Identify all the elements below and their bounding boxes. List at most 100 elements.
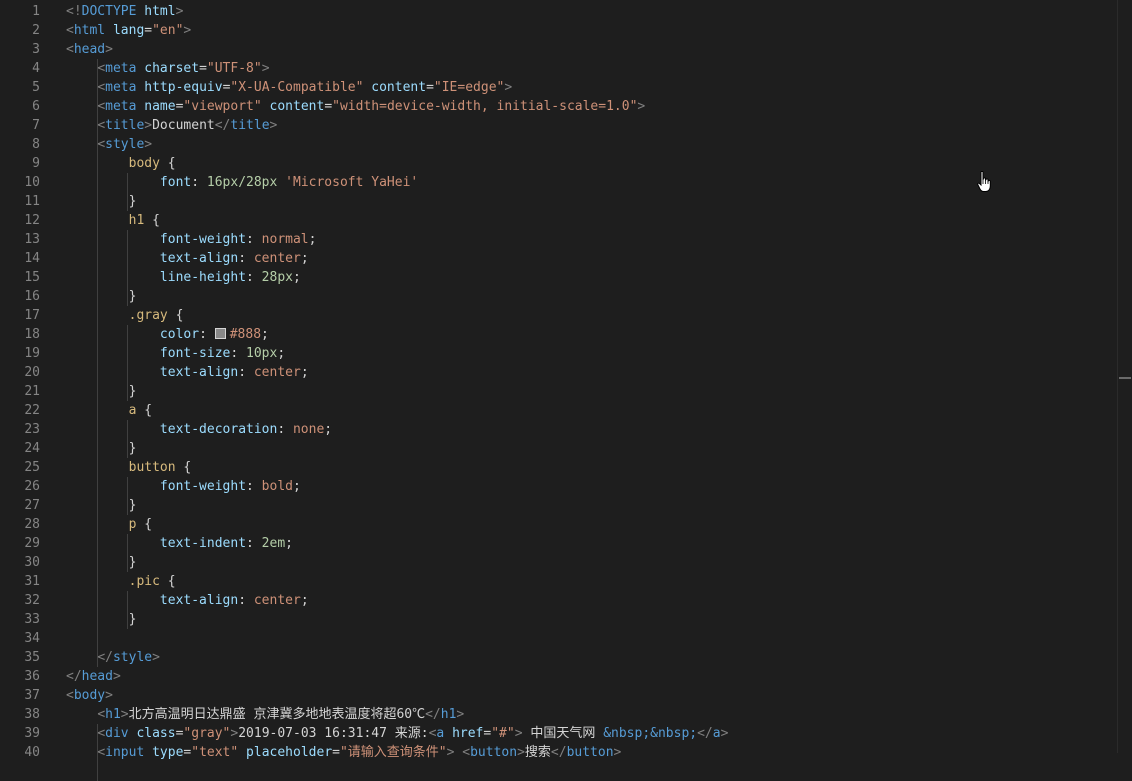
line-number: 31 <box>24 574 40 589</box>
code-line[interactable]: <html lang="en"> <box>66 21 191 40</box>
code-token: charset <box>144 61 200 76</box>
code-line[interactable]: font-size: 10px; <box>66 344 285 363</box>
code-token: : <box>238 365 254 380</box>
code-line[interactable]: } <box>66 439 137 458</box>
code-line[interactable]: <div class="gray">2019-07-03 16:31:47 来源… <box>66 724 728 743</box>
code-line[interactable]: } <box>66 610 137 629</box>
code-token: text-align <box>159 593 239 608</box>
code-token: http-equiv <box>144 80 223 95</box>
code-token: > <box>720 726 729 741</box>
code-line[interactable]: } <box>66 553 137 572</box>
line-number: 6 <box>32 99 40 114</box>
code-line[interactable]: </style> <box>66 648 160 667</box>
code-line[interactable]: <head> <box>66 40 113 59</box>
code-token: text-indent <box>159 536 247 551</box>
code-token: #888 <box>229 327 262 342</box>
code-token: none <box>292 422 325 437</box>
code-token: = <box>426 80 434 95</box>
line-number: 14 <box>24 251 40 266</box>
code-line[interactable]: </head> <box>66 667 121 686</box>
line-number: 5 <box>32 80 40 95</box>
color-swatch-icon[interactable] <box>214 328 226 339</box>
code-line[interactable]: } <box>66 192 137 211</box>
code-line[interactable]: <body> <box>66 686 113 705</box>
code-token: 16px/28px <box>206 175 278 190</box>
code-line[interactable]: <meta http-equiv = "X-UA-Compatible" conte… <box>66 78 512 97</box>
code-token: font-weight <box>159 479 247 494</box>
code-line[interactable]: .pic { <box>66 572 176 591</box>
code-editor[interactable]: 1 2 3 4 5 6 7 8 9 10 11 12 13 14 15 16 17 18 19 20 21 22 23 24 2… <box>0 0 1118 781</box>
code-line[interactable]: } <box>66 496 137 515</box>
code-line[interactable]: line-height: 28px; <box>66 268 301 287</box>
code-token: &nbsp;&nbsp; <box>603 726 698 741</box>
line-number: 4 <box>32 61 40 76</box>
code-line[interactable]: .gray { <box>66 306 184 325</box>
code-line[interactable]: text-align: center; <box>66 249 309 268</box>
code-line[interactable]: a { <box>66 401 152 420</box>
code-token: "X-UA-Compatible" <box>230 80 364 95</box>
code-token: h1 <box>128 213 145 228</box>
line-number: 18 <box>24 327 40 342</box>
code-token: < <box>97 99 106 114</box>
vertical-scrollbar[interactable] <box>1117 0 1132 753</box>
code-line[interactable]: text-indent: 2em; <box>66 534 293 553</box>
line-number: 21 <box>24 384 40 399</box>
line-number: 39 <box>24 726 40 741</box>
code-line[interactable]: <style> <box>66 135 152 154</box>
code-line[interactable]: button { <box>66 458 192 477</box>
code-token: body <box>128 156 160 171</box>
code-line[interactable]: <title>Document</title> <box>66 116 277 135</box>
code-token: text-decoration <box>159 422 278 437</box>
code-line[interactable]: } <box>66 382 137 401</box>
code-token: </ <box>425 707 441 722</box>
code-line[interactable]: } <box>66 287 137 306</box>
code-token: </ <box>97 650 113 665</box>
code-token: < <box>97 118 106 133</box>
code-token: a <box>712 726 721 741</box>
code-token: ; <box>300 365 309 380</box>
code-token: h1 <box>440 707 457 722</box>
code-token: .gray <box>128 308 168 323</box>
code-token: ; <box>285 536 293 551</box>
line-number: 9 <box>32 156 40 171</box>
code-line[interactable]: text-decoration: none; <box>66 420 332 439</box>
code-line[interactable]: font-weight: bold; <box>66 477 301 496</box>
code-line[interactable]: color: #888; <box>66 325 269 344</box>
code-token: > <box>514 726 523 741</box>
code-line[interactable]: <h1>北方高温明日达鼎盛 京津冀多地地表温度将超60℃</h1> <box>66 705 464 724</box>
code-token: < <box>66 688 74 703</box>
code-token: 2019-07-03 16:31:47 来源: <box>238 726 429 741</box>
code-token: } <box>66 441 137 456</box>
code-token: center <box>253 365 301 380</box>
code-line[interactable]: font: 16px/28px 'Microsoft YaHei' <box>66 173 418 192</box>
line-number: 27 <box>24 498 40 513</box>
code-line[interactable]: <meta name="viewport" content="width=dev… <box>66 97 645 116</box>
code-line[interactable]: body { <box>66 154 176 173</box>
code-token: h1 <box>105 707 121 722</box>
code-token: { <box>159 156 176 171</box>
code-token: DOCTYPE <box>81 4 137 19</box>
code-token: title <box>105 118 145 133</box>
code-line[interactable]: font-weight: normal; <box>66 230 317 249</box>
code-token: </ <box>697 726 713 741</box>
code-token: : <box>246 479 262 494</box>
code-line[interactable]: <!DOCTYPE html> <box>66 2 183 21</box>
code-token: 中国天气网 <box>522 726 604 741</box>
code-token: text-align <box>159 251 239 266</box>
code-token: "UTF-8" <box>206 61 262 76</box>
code-line[interactable]: p { <box>66 515 152 534</box>
code-token: color <box>159 327 200 342</box>
code-line[interactable]: <meta charset="UTF-8"> <box>66 59 269 78</box>
code-token: < <box>97 80 106 95</box>
code-token: ; <box>292 479 301 494</box>
code-line[interactable]: text-align: center; <box>66 591 309 610</box>
code-line[interactable]: text-align: center; <box>66 363 309 382</box>
code-line[interactable]: h1 { <box>66 211 160 230</box>
